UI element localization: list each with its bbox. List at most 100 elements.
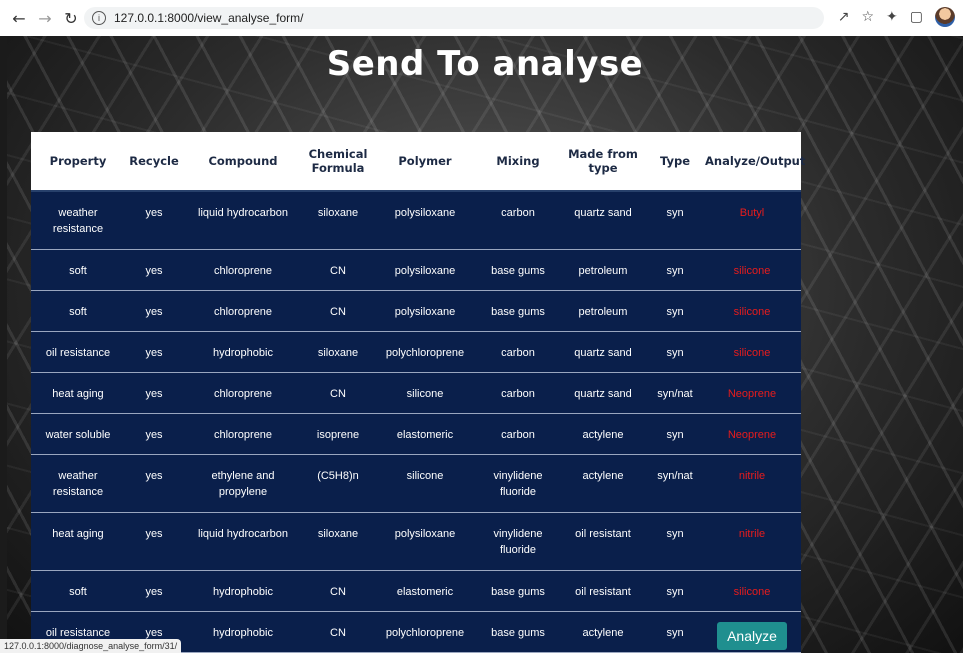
analyze-button[interactable]: Analyze xyxy=(717,621,787,650)
cell-mixing: carbon xyxy=(477,191,559,250)
cell-property: oil resistance xyxy=(31,331,125,373)
cell-recycle: yes xyxy=(125,413,183,455)
cell-type: syn xyxy=(647,249,703,291)
share-icon[interactable]: ↗ xyxy=(838,9,850,25)
table-body: weather resistance yes liquid hydrocarbon s… xyxy=(31,191,801,653)
cell-type: syn xyxy=(647,331,703,373)
cell-type: syn/nat xyxy=(647,454,703,513)
forward-icon[interactable]: → xyxy=(34,7,56,29)
cell-recycle: yes xyxy=(125,372,183,414)
cell-property: heat aging xyxy=(31,372,125,414)
cell-chemical-formula: siloxane xyxy=(303,331,373,373)
cell-made-from-type: quartz sand xyxy=(559,372,647,414)
cell-mixing: carbon xyxy=(477,413,559,455)
header-chemical-formula: Chemical Formula xyxy=(303,132,373,192)
cell-property: soft xyxy=(31,249,125,291)
cell-compound: liquid hydrocarbon xyxy=(183,191,303,250)
page-title: Send To analyse xyxy=(326,44,644,84)
header-compound: Compound xyxy=(183,132,303,192)
table-row: weather resistance yes ethylene and propyl… xyxy=(31,454,801,513)
cell-recycle: yes xyxy=(125,191,183,250)
cell-analyze-output: Neoprene xyxy=(703,372,801,414)
cell-mixing: base gums xyxy=(477,611,559,653)
back-icon[interactable]: ← xyxy=(8,7,30,29)
cell-made-from-type: quartz sand xyxy=(559,191,647,250)
header-property: Property xyxy=(31,132,125,192)
cell-polymer: polychloroprene xyxy=(373,611,477,653)
star-icon[interactable]: ☆ xyxy=(861,9,874,25)
url-text: 127.0.0.1:8000/view_analyse_form/ xyxy=(114,11,304,25)
table-row: soft yes chloroprene CN polysiloxane base gum… xyxy=(31,290,801,332)
address-bar[interactable]: i 127.0.0.1:8000/view_analyse_form/ xyxy=(84,7,824,29)
status-bar-url: 127.0.0.1:8000/diagnose_analyse_form/31/ xyxy=(0,639,182,653)
cell-type: syn xyxy=(647,570,703,612)
cell-analyze-output: Analyze xyxy=(703,611,801,653)
browser-toolbar: ← → ↻ i 127.0.0.1:8000/view_analyse_form… xyxy=(0,0,963,36)
cell-type: syn xyxy=(647,413,703,455)
cell-mixing: carbon xyxy=(477,331,559,373)
table-header-row: Property Recycle Compound Chemical Formula P… xyxy=(31,132,805,192)
cell-property: soft xyxy=(31,570,125,612)
site-info-icon[interactable]: i xyxy=(92,11,106,25)
cell-analyze-output: silicone xyxy=(703,249,801,291)
cell-mixing: carbon xyxy=(477,372,559,414)
analyse-table-container: Property Recycle Compound Chemical Formula P… xyxy=(31,132,805,653)
cell-mixing: vinylidene fluoride xyxy=(477,454,559,513)
cell-compound: chloroprene xyxy=(183,290,303,332)
reload-icon[interactable]: ↻ xyxy=(60,7,82,29)
cell-analyze-output: silicone xyxy=(703,331,801,373)
cell-made-from-type: actylene xyxy=(559,413,647,455)
cell-type: syn xyxy=(647,611,703,653)
extensions-icon[interactable]: ✦ xyxy=(886,9,898,25)
cell-polymer: polysiloxane xyxy=(373,290,477,332)
cell-analyze-output: silicone xyxy=(703,570,801,612)
cell-mixing: base gums xyxy=(477,290,559,332)
cell-type: syn xyxy=(647,512,703,571)
cell-chemical-formula: CN xyxy=(303,611,373,653)
table-row: weather resistance yes liquid hydrocarbon s… xyxy=(31,191,801,250)
cell-recycle: yes xyxy=(125,331,183,373)
cell-made-from-type: petroleum xyxy=(559,249,647,291)
header-recycle: Recycle xyxy=(125,132,183,192)
table-row: heat aging yes chloroprene CN silicone carbon… xyxy=(31,372,801,414)
cell-polymer: silicone xyxy=(373,372,477,414)
cell-chemical-formula: CN xyxy=(303,570,373,612)
cell-compound: chloroprene xyxy=(183,372,303,414)
page-background: Send To analyse Property Recycle Compound C… xyxy=(7,36,963,653)
cell-chemical-formula: CN xyxy=(303,249,373,291)
table-row: soft yes hydrophobic CN elastomeric base gums… xyxy=(31,570,801,612)
cell-chemical-formula: siloxane xyxy=(303,191,373,250)
cell-property: weather resistance xyxy=(31,454,125,513)
cell-property: soft xyxy=(31,290,125,332)
header-type: Type xyxy=(647,132,703,192)
cell-mixing: base gums xyxy=(477,249,559,291)
table-row: soft yes chloroprene CN polysiloxane base gum… xyxy=(31,249,801,291)
cell-compound: hydrophobic xyxy=(183,570,303,612)
header-polymer: Polymer xyxy=(373,132,477,192)
cell-chemical-formula: (C5H8)n xyxy=(303,454,373,513)
cell-chemical-formula: CN xyxy=(303,290,373,332)
table-row: water soluble yes chloroprene isoprene elast… xyxy=(31,413,801,455)
cell-analyze-output: silicone xyxy=(703,290,801,332)
cell-compound: ethylene and propylene xyxy=(183,454,303,513)
cell-mixing: vinylidene fluoride xyxy=(477,512,559,571)
cell-polymer: elastomeric xyxy=(373,570,477,612)
cell-polymer: polychloroprene xyxy=(373,331,477,373)
tab-icon[interactable]: ▢ xyxy=(910,9,923,25)
cell-made-from-type: actylene xyxy=(559,611,647,653)
cell-made-from-type: petroleum xyxy=(559,290,647,332)
cell-compound: chloroprene xyxy=(183,249,303,291)
cell-chemical-formula: isoprene xyxy=(303,413,373,455)
cell-property: weather resistance xyxy=(31,191,125,250)
cell-type: syn xyxy=(647,191,703,250)
cell-compound: chloroprene xyxy=(183,413,303,455)
cell-recycle: yes xyxy=(125,454,183,513)
cell-property: heat aging xyxy=(31,512,125,571)
cell-analyze-output: nitrile xyxy=(703,454,801,513)
cell-made-from-type: oil resistant xyxy=(559,512,647,571)
table-row: heat aging yes liquid hydrocarbon siloxane p… xyxy=(31,512,801,571)
table-row: oil resistance yes hydrophobic siloxane poly… xyxy=(31,331,801,373)
cell-made-from-type: actylene xyxy=(559,454,647,513)
cell-recycle: yes xyxy=(125,249,183,291)
profile-avatar[interactable] xyxy=(935,7,955,27)
